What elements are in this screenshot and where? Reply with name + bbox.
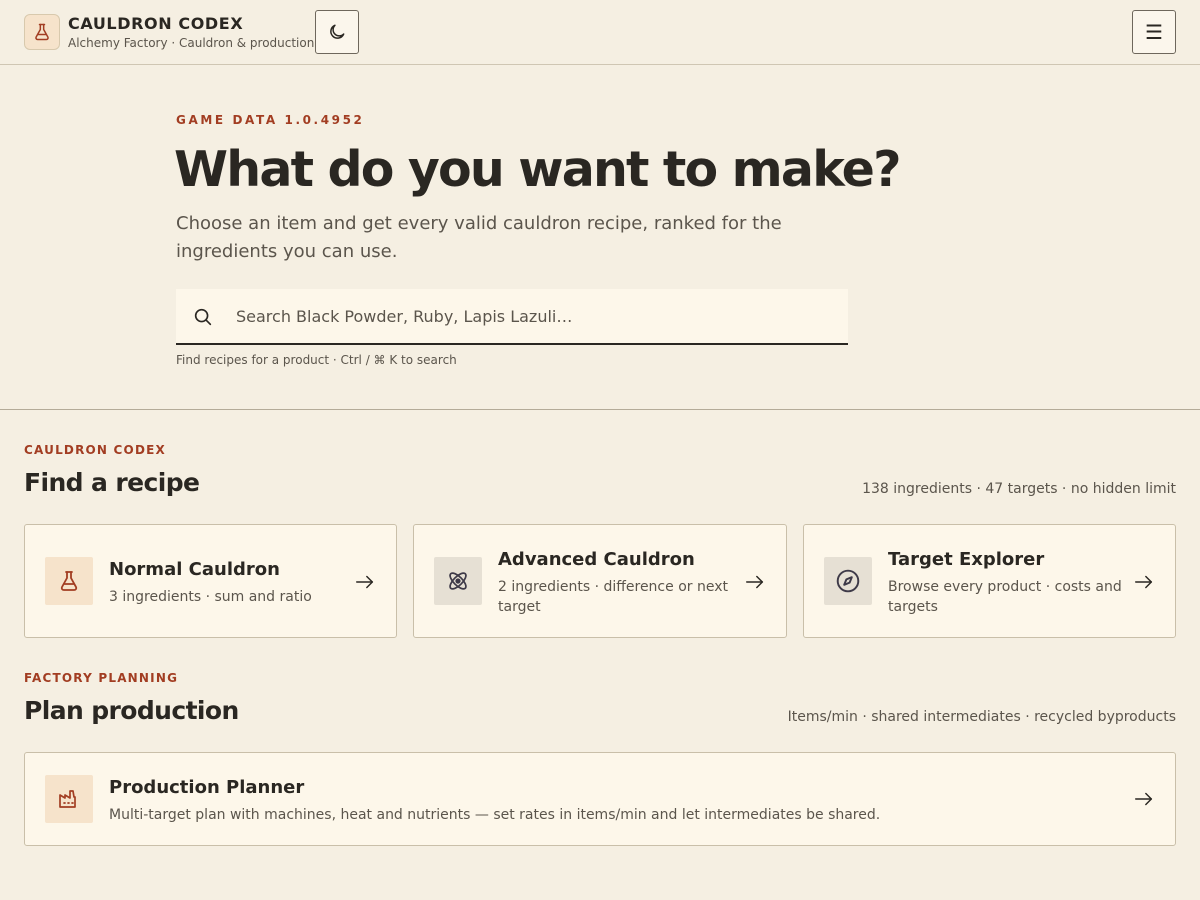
target-explorer-card[interactable]: Target Explorer Browse every product · c… xyxy=(803,524,1176,638)
card-title: Production Planner xyxy=(109,777,305,798)
section-title: Find a recipe xyxy=(24,468,200,497)
factory-icon xyxy=(45,775,93,823)
card-description: Multi-target plan with machines, heat an… xyxy=(109,807,881,823)
app-subtitle: Alchemy Factory · Cauldron & production xyxy=(68,36,315,50)
search-hint: Find recipes for a product · Ctrl / ⌘ K … xyxy=(176,353,457,367)
card-description: Browse every product · costs and targets xyxy=(888,579,1122,615)
compass-icon xyxy=(824,557,872,605)
flask-icon[interactable] xyxy=(24,14,60,50)
section-eyebrow: CAULDRON CODEX xyxy=(24,443,166,457)
menu-button[interactable]: ☰ xyxy=(1132,10,1176,54)
section-title: Plan production xyxy=(24,696,239,725)
hamburger-menu-icon: ☰ xyxy=(1145,21,1163,44)
section-eyebrow: FACTORY PLANNING xyxy=(24,671,179,685)
theme-toggle-button[interactable] xyxy=(315,10,359,54)
section-meta: 138 ingredients · 47 targets · no hidden… xyxy=(862,481,1176,497)
arrow-right-icon xyxy=(1135,792,1153,806)
arrow-right-icon xyxy=(746,575,764,589)
page-title: What do you want to make? xyxy=(174,141,902,198)
top-bar: CAULDRON CODEX Alchemy Factory · Cauldro… xyxy=(0,0,1200,65)
search-box[interactable] xyxy=(176,289,848,345)
normal-cauldron-card[interactable]: Normal Cauldron 3 ingredients · sum and … xyxy=(24,524,397,638)
search-icon xyxy=(194,308,212,326)
arrow-right-icon xyxy=(356,575,374,589)
game-data-version: GAME DATA 1.0.4952 xyxy=(176,113,365,127)
flask-icon xyxy=(45,557,93,605)
card-description: 2 ingredients · difference or next targe… xyxy=(498,579,728,615)
moon-icon xyxy=(330,24,345,39)
section-divider xyxy=(0,409,1200,410)
search-input[interactable] xyxy=(224,289,834,343)
card-title: Advanced Cauldron xyxy=(498,549,695,570)
atom-icon xyxy=(434,557,482,605)
production-planner-card[interactable]: Production Planner Multi-target plan wit… xyxy=(24,752,1176,846)
card-description: 3 ingredients · sum and ratio xyxy=(109,589,312,605)
advanced-cauldron-card[interactable]: Advanced Cauldron 2 ingredients · differ… xyxy=(413,524,787,638)
arrow-right-icon xyxy=(1135,575,1153,589)
app-title[interactable]: CAULDRON CODEX xyxy=(68,14,243,33)
section-meta: Items/min · shared intermediates · recyc… xyxy=(787,709,1176,725)
hero-description: Choose an item and get every valid cauld… xyxy=(176,213,782,262)
card-title: Normal Cauldron xyxy=(109,559,280,580)
card-title: Target Explorer xyxy=(888,549,1045,570)
